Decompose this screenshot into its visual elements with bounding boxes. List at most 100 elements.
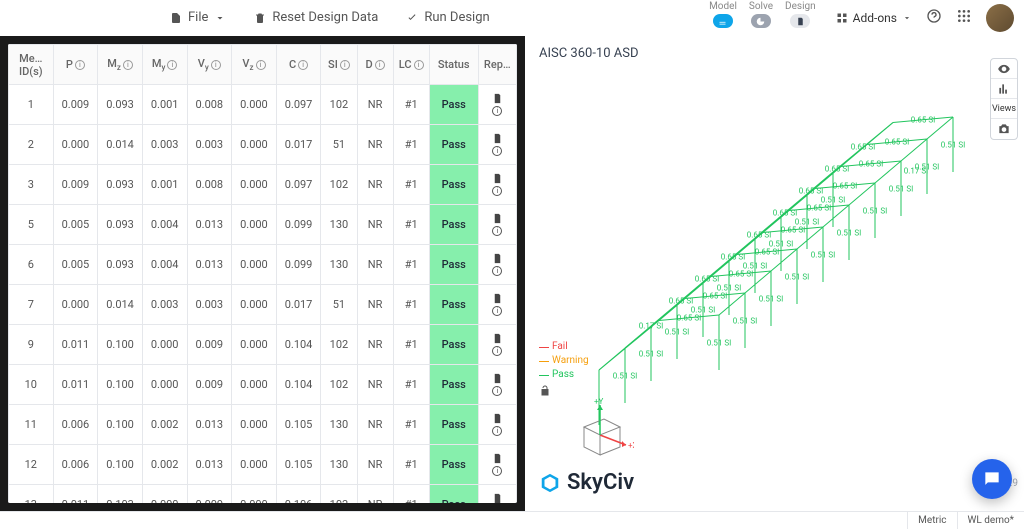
member-label: 0.51 SI — [821, 195, 846, 204]
cell: 0.006 — [53, 405, 98, 445]
info-icon[interactable]: i — [492, 186, 502, 196]
table-row[interactable]: 110.0060.1000.0020.0130.0000.105130NR#1P… — [9, 405, 517, 445]
design-mode[interactable]: Design — [785, 1, 816, 28]
status-cell: Pass — [429, 205, 478, 245]
chat-button[interactable] — [972, 459, 1012, 499]
table-row[interactable]: 20.0000.0140.0030.0030.0000.01751NR#1Pas… — [9, 125, 517, 165]
table-row[interactable]: 130.0110.1030.0000.0090.0000.106102NR#1P… — [9, 485, 517, 504]
member-label: 0.65 SI — [911, 115, 936, 124]
col-header[interactable]: Mzi — [98, 45, 143, 85]
report-cell[interactable]: i — [478, 285, 516, 325]
cell: 0.009 — [53, 85, 98, 125]
tool-visibility[interactable] — [991, 59, 1017, 79]
table-row[interactable]: 120.0060.1000.0020.0130.0000.105130NR#1P… — [9, 445, 517, 485]
table-row[interactable]: 90.0110.1000.0000.0090.0000.104102NR#1Pa… — [9, 325, 517, 365]
tool-chart[interactable] — [991, 79, 1017, 99]
col-header[interactable]: LCi — [393, 45, 429, 85]
cell: 0.005 — [53, 245, 98, 285]
member-label: 0.51 SI — [717, 283, 742, 292]
col-header[interactable]: Rep… — [478, 45, 516, 85]
tool-camera[interactable] — [991, 119, 1017, 139]
info-icon[interactable]: i — [75, 60, 85, 70]
avatar[interactable] — [986, 4, 1014, 32]
axes-gizmo[interactable]: +X +Y — [564, 397, 634, 470]
report-cell[interactable]: i — [478, 365, 516, 405]
info-icon[interactable]: i — [256, 60, 266, 70]
report-cell[interactable]: i — [478, 445, 516, 485]
member-label: 0.65 SI — [825, 165, 850, 174]
help-button[interactable] — [926, 8, 942, 27]
units-toggle[interactable]: Metric — [907, 512, 956, 529]
info-icon[interactable]: i — [340, 60, 350, 70]
table-row[interactable]: 100.0110.1000.0000.0090.0000.104102NR#1P… — [9, 365, 517, 405]
apps-button[interactable] — [956, 8, 972, 27]
table-row[interactable]: 60.0050.0930.0040.0130.0000.099130NR#1Pa… — [9, 245, 517, 285]
reset-button[interactable]: Reset Design Data — [254, 10, 378, 25]
info-icon[interactable]: i — [375, 60, 385, 70]
info-icon[interactable]: i — [492, 106, 502, 116]
cell: 0.100 — [98, 365, 143, 405]
file-menu[interactable]: File — [170, 10, 226, 25]
cell: 0.000 — [142, 325, 187, 365]
3d-viewer[interactable]: 0.51 SI0.65 SI0.51 SI0.51 SI0.65 SI0.51 … — [539, 65, 1010, 495]
info-icon[interactable]: i — [492, 306, 502, 316]
member-label: 0.17 SI — [904, 167, 929, 176]
solve-mode[interactable]: Solve — [749, 1, 773, 28]
col-header[interactable]: SIi — [321, 45, 357, 85]
info-icon[interactable]: i — [492, 426, 502, 436]
table-row[interactable]: 50.0050.0930.0040.0130.0000.099130NR#1Pa… — [9, 205, 517, 245]
results-panel: Me… ID(s)PiMziMyiVyiVziCiSIiDiLCiStatusR… — [0, 36, 525, 511]
report-cell[interactable]: i — [478, 485, 516, 504]
trash-icon — [254, 12, 266, 24]
report-cell[interactable]: i — [478, 125, 516, 165]
col-header[interactable]: Di — [357, 45, 393, 85]
col-header[interactable]: Vyi — [187, 45, 232, 85]
col-header[interactable]: Ci — [276, 45, 321, 85]
cell: NR — [357, 205, 393, 245]
cell: 0.000 — [232, 205, 277, 245]
info-icon[interactable]: i — [298, 60, 308, 70]
run-button[interactable]: Run Design — [406, 10, 489, 25]
info-icon[interactable]: i — [167, 60, 177, 70]
report-cell[interactable]: i — [478, 245, 516, 285]
cell: 0.011 — [53, 365, 98, 405]
info-icon[interactable]: i — [492, 146, 502, 156]
file-name[interactable]: WL demo* — [957, 512, 1024, 529]
info-icon[interactable]: i — [492, 346, 502, 356]
info-icon[interactable]: i — [492, 466, 502, 476]
info-icon[interactable]: i — [123, 60, 133, 70]
report-cell[interactable]: i — [478, 85, 516, 125]
col-header[interactable]: Pi — [53, 45, 98, 85]
col-header[interactable]: Vzi — [232, 45, 277, 85]
tool-views[interactable]: Views — [991, 99, 1017, 119]
col-header[interactable]: Me… ID(s) — [9, 45, 54, 85]
cell: 10 — [9, 365, 54, 405]
member-label: 0.17 SI — [639, 322, 664, 331]
cell: 0.093 — [98, 165, 143, 205]
addons-menu[interactable]: Add-ons — [836, 11, 912, 25]
cell: 0.017 — [276, 125, 321, 165]
report-cell[interactable]: i — [478, 325, 516, 365]
model-mode[interactable]: Model — [709, 1, 737, 28]
col-header[interactable]: Myi — [142, 45, 187, 85]
info-icon[interactable]: i — [492, 266, 502, 276]
cell: 0.106 — [276, 485, 321, 504]
table-row[interactable]: 10.0090.0930.0010.0080.0000.097102NR#1Pa… — [9, 85, 517, 125]
table-row[interactable]: 70.0000.0140.0030.0030.0000.01751NR#1Pas… — [9, 285, 517, 325]
cell: NR — [357, 485, 393, 504]
lock-icon[interactable] — [539, 385, 551, 400]
report-cell[interactable]: i — [478, 405, 516, 445]
cell: 0.013 — [187, 445, 232, 485]
info-icon[interactable]: i — [414, 60, 424, 70]
report-cell[interactable]: i — [478, 205, 516, 245]
info-icon[interactable]: i — [492, 386, 502, 396]
col-header[interactable]: Status — [429, 45, 478, 85]
report-cell[interactable]: i — [478, 165, 516, 205]
cell: 0.000 — [232, 85, 277, 125]
info-icon[interactable]: i — [211, 60, 221, 70]
status-cell: Pass — [429, 365, 478, 405]
member-label: 0.65 SI — [833, 181, 858, 190]
chevron-down-icon — [902, 13, 912, 23]
info-icon[interactable]: i — [492, 226, 502, 236]
table-row[interactable]: 30.0090.0930.0010.0080.0000.097102NR#1Pa… — [9, 165, 517, 205]
